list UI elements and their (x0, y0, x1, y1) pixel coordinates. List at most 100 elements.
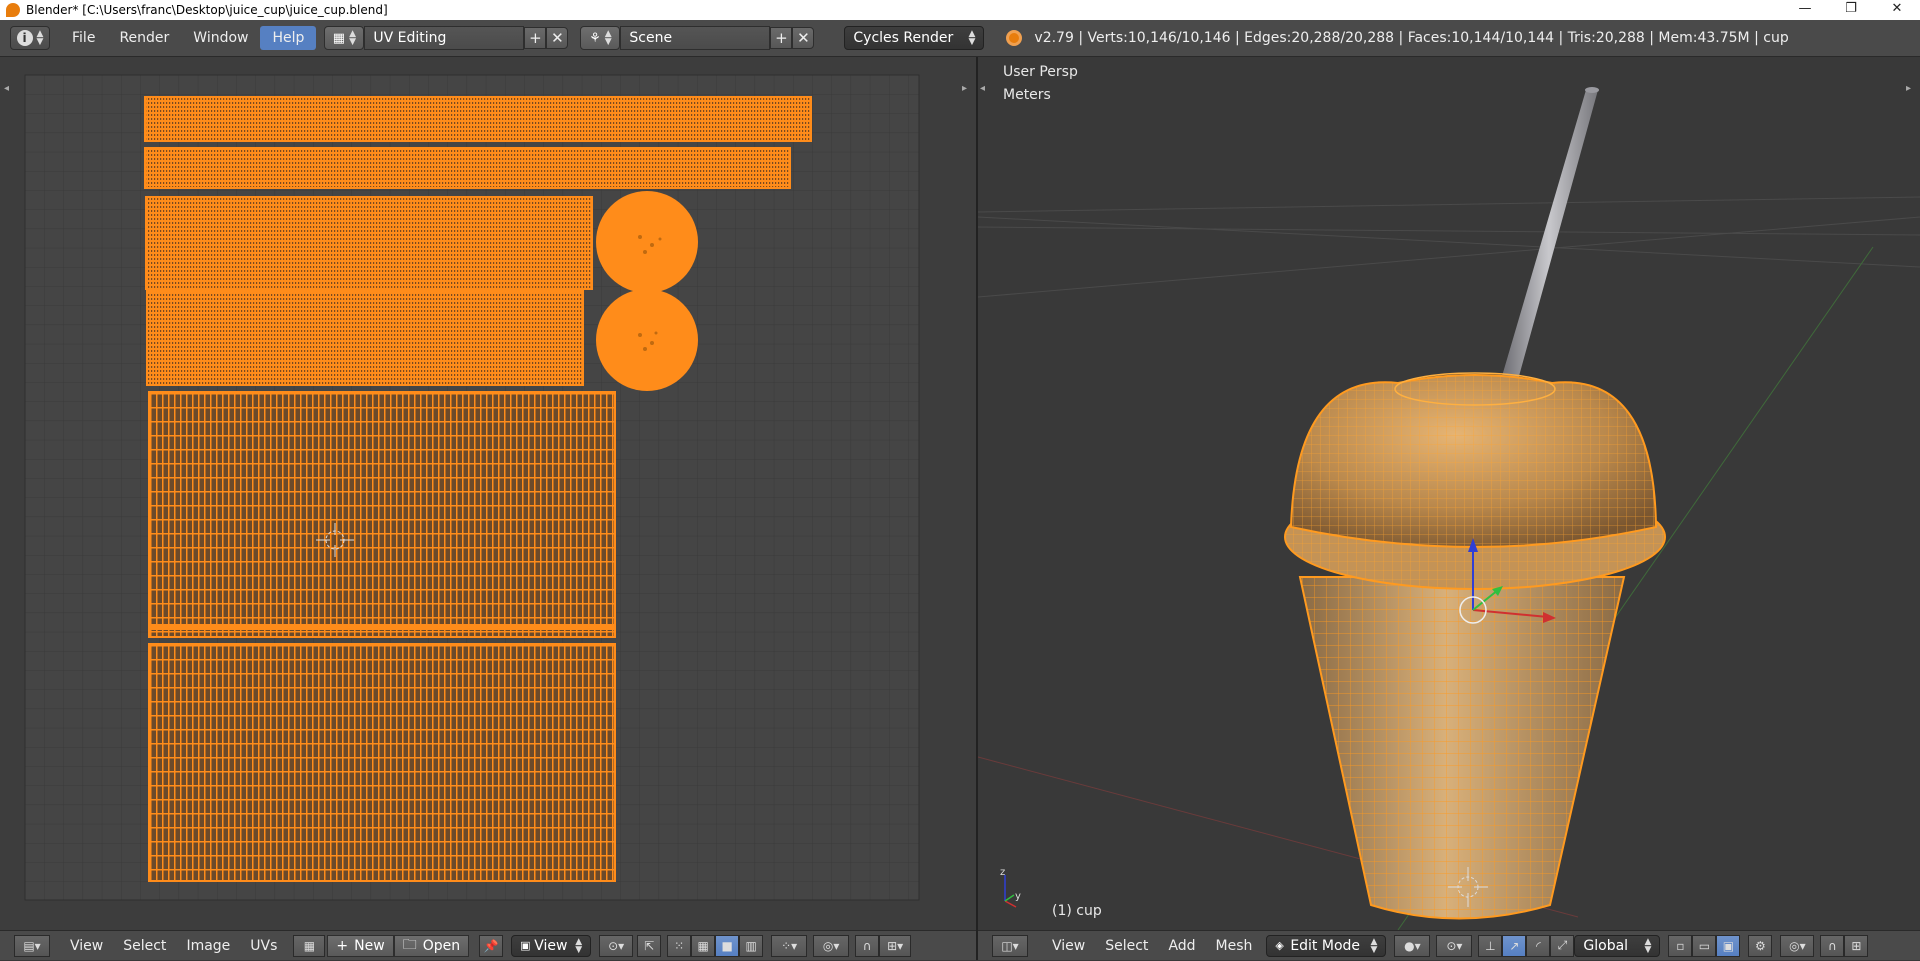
info-icon: i (16, 30, 33, 46)
face-select-button[interactable]: ■ (715, 934, 740, 957)
limit-selection-button[interactable]: ⚙ (1748, 934, 1773, 957)
vertex-select-button[interactable]: ▫ (1668, 934, 1693, 957)
image-browse-button[interactable]: ▦ (293, 934, 326, 957)
uv-menu-uvs[interactable]: UVs (240, 931, 287, 961)
interaction-mode-dropdown[interactable]: ◈ Edit Mode ▲ ▼ (1266, 934, 1387, 957)
snap-element-button[interactable]: ⊞ (1844, 934, 1869, 957)
editor-type-button[interactable]: ◫▾ (992, 934, 1028, 957)
uv-island-disc-bottom (596, 289, 698, 391)
restore-button[interactable]: ❐ (1828, 0, 1874, 20)
face-select-icon: ■ (721, 938, 733, 953)
face-select-button[interactable]: ▣ (1716, 934, 1741, 957)
manipulator-toggle-button[interactable]: ⊥ (1478, 934, 1503, 957)
svg-text:y: y (1015, 891, 1021, 902)
add-screen-button[interactable]: + (524, 27, 547, 49)
island-select-button[interactable]: ▥ (739, 934, 764, 957)
translate-manipulator-button[interactable]: ↗ (1502, 934, 1527, 957)
proportional-edit-button[interactable]: ◎▾ (1780, 934, 1815, 957)
new-label: New (354, 937, 385, 954)
snap-toggle-button[interactable]: ∩ (1820, 934, 1845, 957)
image-editor-icon: ▤▾ (23, 938, 41, 953)
render-engine-dropdown[interactable]: Cycles Render ▲ ▼ (844, 26, 985, 50)
interaction-mode-label: Edit Mode (1290, 937, 1361, 954)
scene-picker[interactable]: ⚘ ▲ ▼ (580, 26, 621, 50)
occlude-icon: ⚙ (1755, 938, 1766, 953)
uv-island-lid-side-2 (146, 290, 584, 386)
view-mode-label: View (534, 937, 568, 954)
menu-help[interactable]: Help (260, 26, 317, 50)
uv-menu-image[interactable]: Image (176, 931, 240, 961)
solid-shading-icon: ●▾ (1404, 938, 1421, 953)
viewport-canvas[interactable]: z y ▸ ◂ (977, 57, 1920, 931)
pivot-point-button[interactable]: ⊙▾ (1436, 934, 1473, 957)
uv-menu-view[interactable]: View (60, 931, 113, 961)
uv-island-strip-second (144, 147, 791, 189)
chevron-updown-icon: ▲ ▼ (604, 29, 612, 47)
pin-image-button[interactable]: 📌 (479, 934, 504, 957)
proportional-edit-button[interactable]: ◎▾ (813, 934, 850, 957)
units-label: Meters (1003, 87, 1051, 103)
scale-icon: ⤢ (1557, 938, 1568, 952)
uv-menu-select[interactable]: Select (113, 931, 176, 961)
blender-logo-icon (1006, 30, 1023, 46)
edge-select-icon: ▭ (1698, 938, 1711, 953)
vertex-select-icon: ▫ (1676, 938, 1685, 953)
properties-toggle-icon: ▸ (1906, 83, 1911, 94)
scene-icon: ⚘ (589, 30, 601, 46)
blender-logo-icon (6, 3, 20, 17)
window-title: Blender* [C:\Users\franc\Desktop\juice_c… (26, 3, 388, 17)
uv-image-editor[interactable]: ◂ ▸ (0, 57, 976, 930)
sync-selection-button[interactable]: ⇱ (637, 934, 662, 957)
proportional-icon: ◎▾ (1789, 938, 1806, 953)
pivot-button[interactable]: ⊙▾ (599, 934, 634, 957)
transform-orientation-dropdown[interactable]: Global ▲ ▼ (1574, 934, 1661, 957)
open-label: Open (422, 937, 461, 954)
editor-type-info-button[interactable]: i ▲ ▼ (10, 26, 50, 50)
minimize-button[interactable]: — (1782, 0, 1828, 20)
open-image-button[interactable]: 🗀 Open (393, 934, 470, 957)
uv-island-disc-top (596, 191, 698, 293)
close-button[interactable]: ✕ (1874, 0, 1920, 20)
folder-icon: 🗀 (402, 936, 417, 953)
snap-element-button[interactable]: ⊞▾ (879, 934, 912, 957)
delete-scene-button[interactable]: ✕ (792, 27, 815, 49)
delete-screen-button[interactable]: ✕ (546, 27, 569, 49)
vp-menu-select[interactable]: Select (1095, 931, 1158, 961)
mode-view-dropdown[interactable]: ▣ View ▲ ▼ (511, 934, 592, 957)
snap-toggle-button[interactable]: ∩ (855, 934, 880, 957)
menu-file[interactable]: File (60, 26, 107, 50)
edge-select-button[interactable]: ▦ (691, 934, 716, 957)
screen-layout-name: UV Editing (373, 30, 447, 46)
menu-window[interactable]: Window (181, 26, 260, 50)
info-menu: File Render Window Help (60, 26, 317, 50)
vp-menu-mesh[interactable]: Mesh (1206, 931, 1263, 961)
add-scene-button[interactable]: + (770, 27, 793, 49)
scene-field[interactable]: Scene (620, 26, 771, 50)
vp-menu-add[interactable]: Add (1158, 931, 1205, 961)
uv-canvas[interactable]: ◂ ▸ (0, 57, 976, 930)
new-image-button[interactable]: + New (327, 934, 394, 957)
viewport-shading-button[interactable]: ●▾ (1394, 934, 1431, 957)
sticky-select-button[interactable]: ⁘▾ (771, 934, 808, 957)
rotate-manipulator-button[interactable]: ◜ (1526, 934, 1551, 957)
vp-menu-view[interactable]: View (1042, 931, 1095, 961)
svg-text:z: z (1000, 867, 1005, 878)
layout-grid-icon: ▦ (332, 30, 346, 46)
vertex-select-button[interactable]: ⁙ (667, 934, 692, 957)
screen-layout-field[interactable]: UV Editing (364, 26, 525, 50)
chevron-updown-icon: ▲ ▼ (575, 936, 583, 955)
editor-type-button[interactable]: ▤▾ (14, 934, 50, 957)
scale-manipulator-button[interactable]: ⤢ (1550, 934, 1575, 957)
3d-viewport[interactable]: z y ▸ ◂ User Persp Meters (1) cup (977, 57, 1920, 931)
toolshelf-toggle-icon: ◂ (4, 83, 9, 94)
properties-toggle-icon: ▸ (962, 83, 967, 94)
screen-layout-picker[interactable]: ▦ ▲ ▼ (324, 26, 365, 50)
uv-island-cup-body-2 (148, 643, 616, 882)
edge-select-button[interactable]: ▭ (1692, 934, 1717, 957)
face-select-icon: ▣ (1722, 938, 1735, 953)
menu-render[interactable]: Render (107, 26, 181, 50)
plus-icon: + (336, 937, 349, 954)
uv-island-cup-body (148, 391, 616, 638)
chevron-updown-icon: ▲ ▼ (1370, 936, 1378, 955)
pivot-icon: ⊙▾ (1446, 938, 1463, 953)
